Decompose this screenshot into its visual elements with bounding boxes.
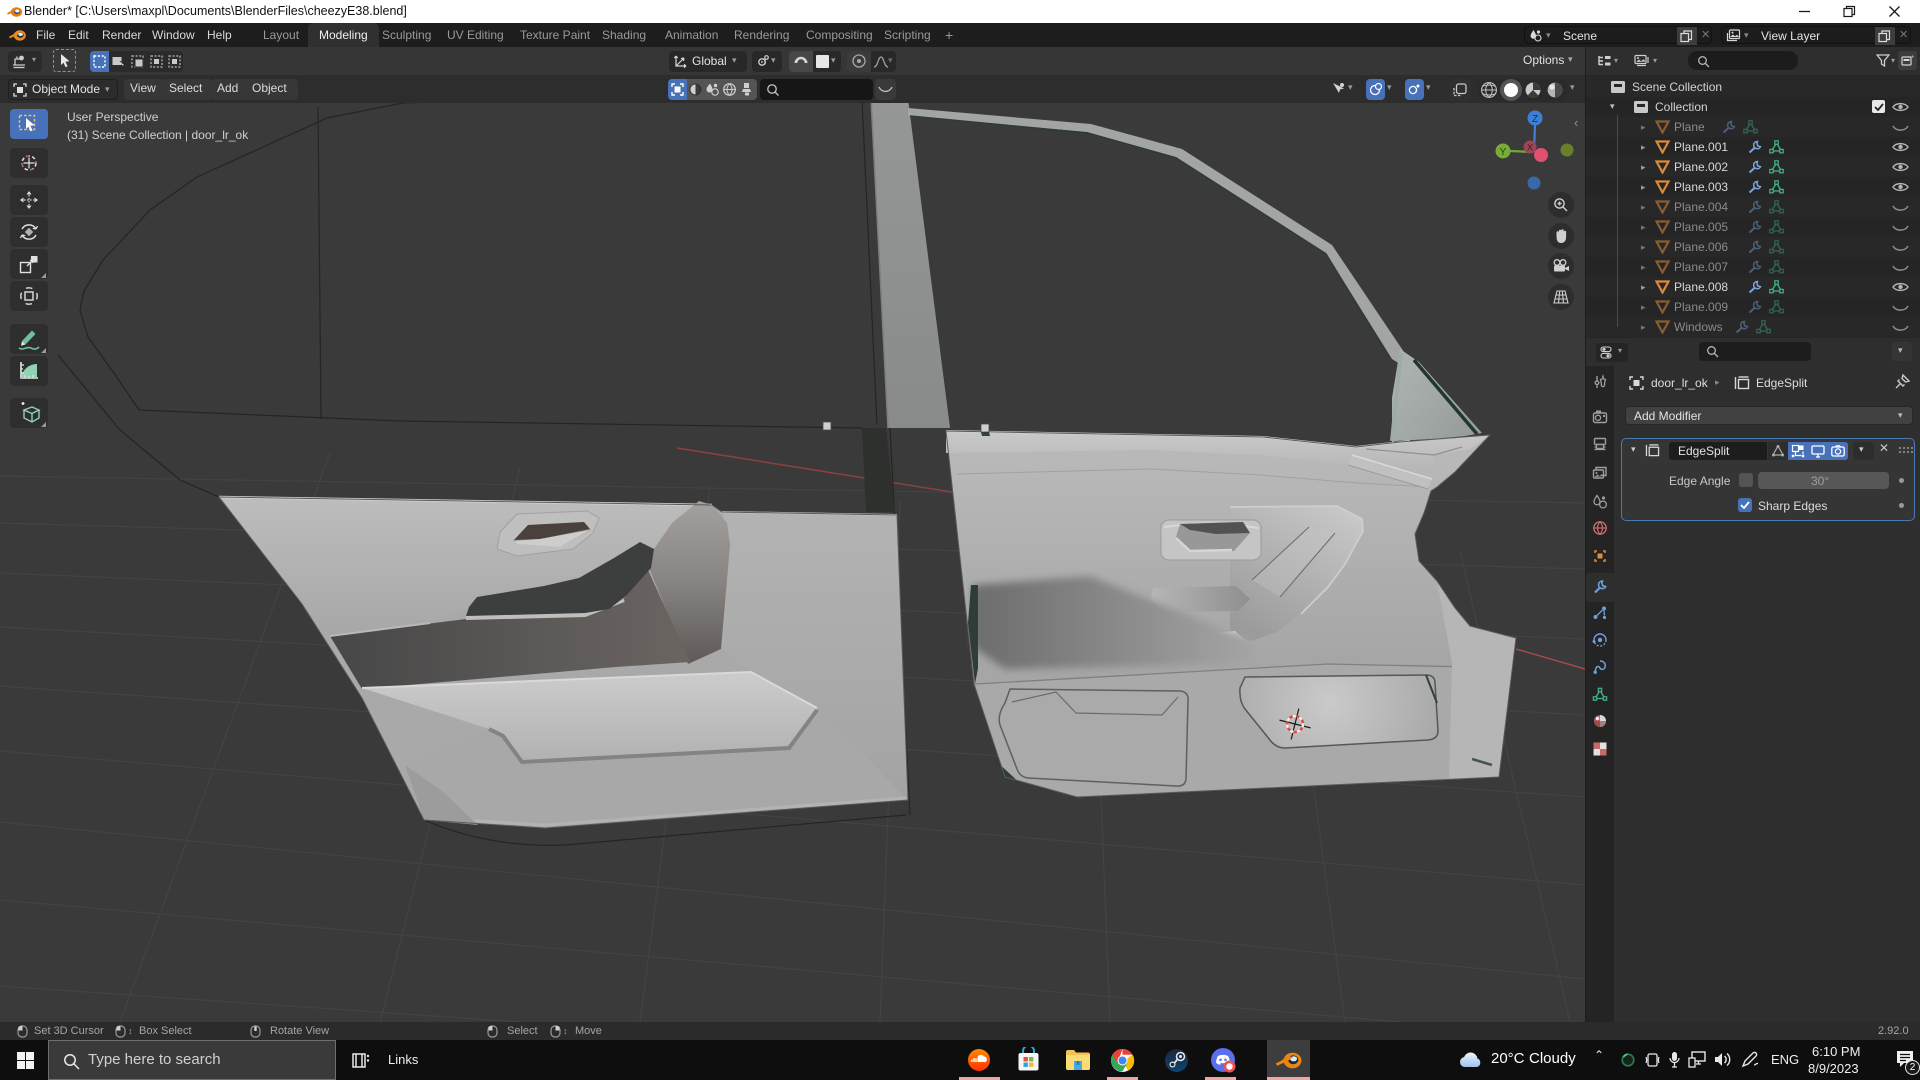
svg-text:X: X	[1527, 143, 1533, 153]
svg-text:Z: Z	[1532, 114, 1538, 125]
svg-text:Y: Y	[1500, 147, 1507, 158]
